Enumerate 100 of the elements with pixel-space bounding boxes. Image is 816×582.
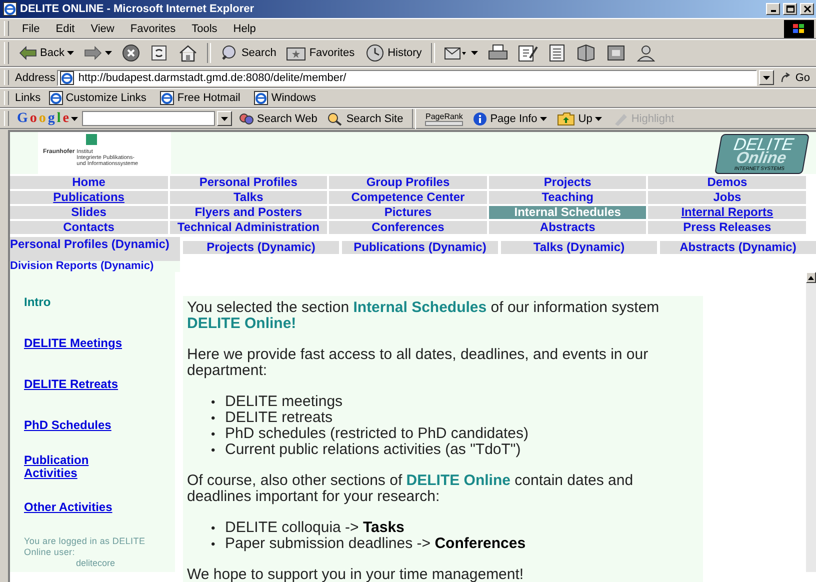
nav-link[interactable]: Publications — [10, 191, 168, 204]
nav-link[interactable]: Press Releases — [648, 221, 806, 234]
google-logo-button[interactable]: Google — [15, 110, 80, 126]
bullet: • — [211, 394, 216, 410]
list-item: DELITE meetings — [225, 394, 343, 410]
nav-link[interactable]: Teaching — [488, 191, 646, 204]
sidebar-link[interactable]: Intro — [24, 282, 134, 323]
sidebar-link[interactable]: Publication Activities — [24, 446, 134, 487]
caret-icon — [595, 116, 602, 120]
sidebar-link[interactable]: Other Activities — [24, 487, 134, 528]
nav-link[interactable]: Talks — [170, 191, 328, 204]
nav-link[interactable]: Projects — [488, 176, 646, 189]
window-title: DELITE ONLINE - Microsoft Internet Explorer — [20, 3, 256, 15]
menu-item[interactable]: Favorites — [123, 22, 183, 36]
windows-logo — [784, 20, 814, 38]
close-button[interactable] — [800, 3, 814, 15]
caret-icon — [763, 76, 770, 80]
caret-icon — [105, 51, 112, 55]
bullet: • — [211, 410, 216, 426]
circles-icon — [238, 112, 254, 126]
nav-link[interactable]: Internal Reports — [648, 206, 806, 219]
list-item: Paper submission deadlines -> Conferences — [225, 536, 526, 552]
menu-item[interactable]: Edit — [48, 22, 82, 36]
maximize-button[interactable] — [783, 3, 797, 15]
link-button[interactable]: Windows — [248, 91, 322, 105]
nav-link[interactable]: Technical Administration — [170, 221, 328, 234]
menu-item[interactable]: Help — [226, 22, 263, 36]
dropdown-button[interactable] — [759, 70, 774, 85]
maximize-icon — [786, 5, 794, 13]
scrollbar[interactable] — [806, 272, 816, 572]
username: delitecore — [75, 558, 116, 568]
page-icon — [254, 91, 268, 105]
paragraph: We hope to support you in your time management! — [187, 567, 525, 582]
nav-link[interactable]: Abstracts — [488, 221, 646, 234]
history-button[interactable]: History — [360, 42, 426, 64]
nav-link[interactable]: Jobs — [648, 191, 806, 204]
menu-item[interactable]: Tools — [184, 22, 224, 36]
page-icon — [48, 91, 63, 105]
nav-link[interactable]: Home — [10, 176, 168, 189]
paragraph: Of course, also other sections of DELITE Online contain dates and deadlines important for your research: — [187, 473, 634, 505]
link-button[interactable]: Customize Links — [42, 91, 152, 105]
back-button[interactable]: Back — [15, 44, 78, 62]
nav-link[interactable]: Division Reports (Dynamic) — [10, 261, 180, 272]
caret-icon — [71, 116, 78, 120]
caret-icon — [221, 116, 228, 120]
search-site-button[interactable]: Search Site — [323, 112, 408, 126]
page-info-button[interactable]: Page Info — [469, 112, 552, 126]
menu-item[interactable]: View — [84, 22, 122, 36]
pagerank-button[interactable]: PageRank — [421, 110, 468, 126]
nav-link[interactable]: Contacts — [10, 221, 168, 234]
nav-link[interactable]: Pictures — [329, 206, 487, 219]
magnifier-icon — [327, 112, 344, 126]
nav-link[interactable]: Talks (Dynamic) — [501, 241, 657, 254]
info-icon — [473, 112, 488, 126]
nav-link[interactable]: Publications (Dynamic) — [342, 241, 498, 254]
list-item: PhD schedules (restricted to PhD candidates) — [225, 426, 528, 442]
bullet: • — [211, 442, 216, 458]
window-icon — [606, 44, 626, 62]
paragraph: Here we provide fast access to all dates, deadlines, and events in our department: — [187, 347, 650, 379]
nav-link[interactable]: Personal Profiles (Dynamic) — [10, 237, 180, 261]
minimize-button[interactable] — [766, 3, 780, 15]
search-web-button[interactable]: Search Web — [234, 112, 322, 126]
nav-link[interactable]: Competence Center — [329, 191, 487, 204]
sidebar-link[interactable]: DELITE Meetings — [24, 323, 134, 364]
bullet: • — [211, 536, 216, 552]
sidebar-link[interactable]: DELITE Retreats — [24, 364, 134, 405]
address-label: Address — [15, 72, 56, 84]
pen-paper-icon — [518, 44, 538, 62]
page-icon — [160, 91, 174, 105]
nav-link[interactable]: Abstracts (Dynamic) — [660, 241, 816, 254]
nav-link[interactable]: Demos — [648, 176, 806, 189]
list-item: DELITE retreats — [225, 410, 333, 426]
up-button[interactable]: Up — [553, 112, 606, 126]
book-icon — [576, 44, 596, 62]
page-icon — [60, 70, 74, 84]
refresh-icon — [150, 44, 168, 62]
link-button[interactable]: Free Hotmail — [154, 91, 246, 105]
paragraph: You selected the section Internal Schedules of our information system DELITE Online! — [187, 300, 660, 332]
star-folder-icon — [286, 45, 306, 61]
address-field[interactable]: http://budapest.darmstadt.gmd.de:8080/delite/member/ — [57, 70, 758, 86]
go-button[interactable]: Go — [776, 70, 814, 86]
login-note: You are logged in as DELITE Online user: — [24, 536, 146, 558]
nav-link[interactable]: Slides — [10, 206, 168, 219]
search-field[interactable] — [82, 111, 215, 126]
nav-link[interactable]: Conferences — [329, 221, 487, 234]
favorites-button[interactable]: Favorites — [282, 43, 359, 63]
links-label: Links — [15, 92, 41, 104]
bullet: • — [211, 426, 216, 442]
caret-icon — [67, 51, 74, 55]
menu-item[interactable]: File — [15, 22, 47, 36]
nav-link[interactable]: Flyers and Posters — [170, 206, 328, 219]
dropdown-button[interactable] — [217, 111, 232, 126]
nav-link[interactable]: Personal Profiles — [170, 176, 328, 189]
home-icon — [178, 44, 198, 62]
search-button[interactable]: Search — [216, 42, 280, 64]
nav-link[interactable]: Group Profiles — [329, 176, 487, 189]
sidebar-link[interactable]: PhD Schedules — [24, 405, 134, 446]
caret-icon — [470, 51, 478, 55]
nav-link[interactable]: Projects (Dynamic) — [183, 241, 339, 254]
person-icon — [636, 44, 656, 62]
